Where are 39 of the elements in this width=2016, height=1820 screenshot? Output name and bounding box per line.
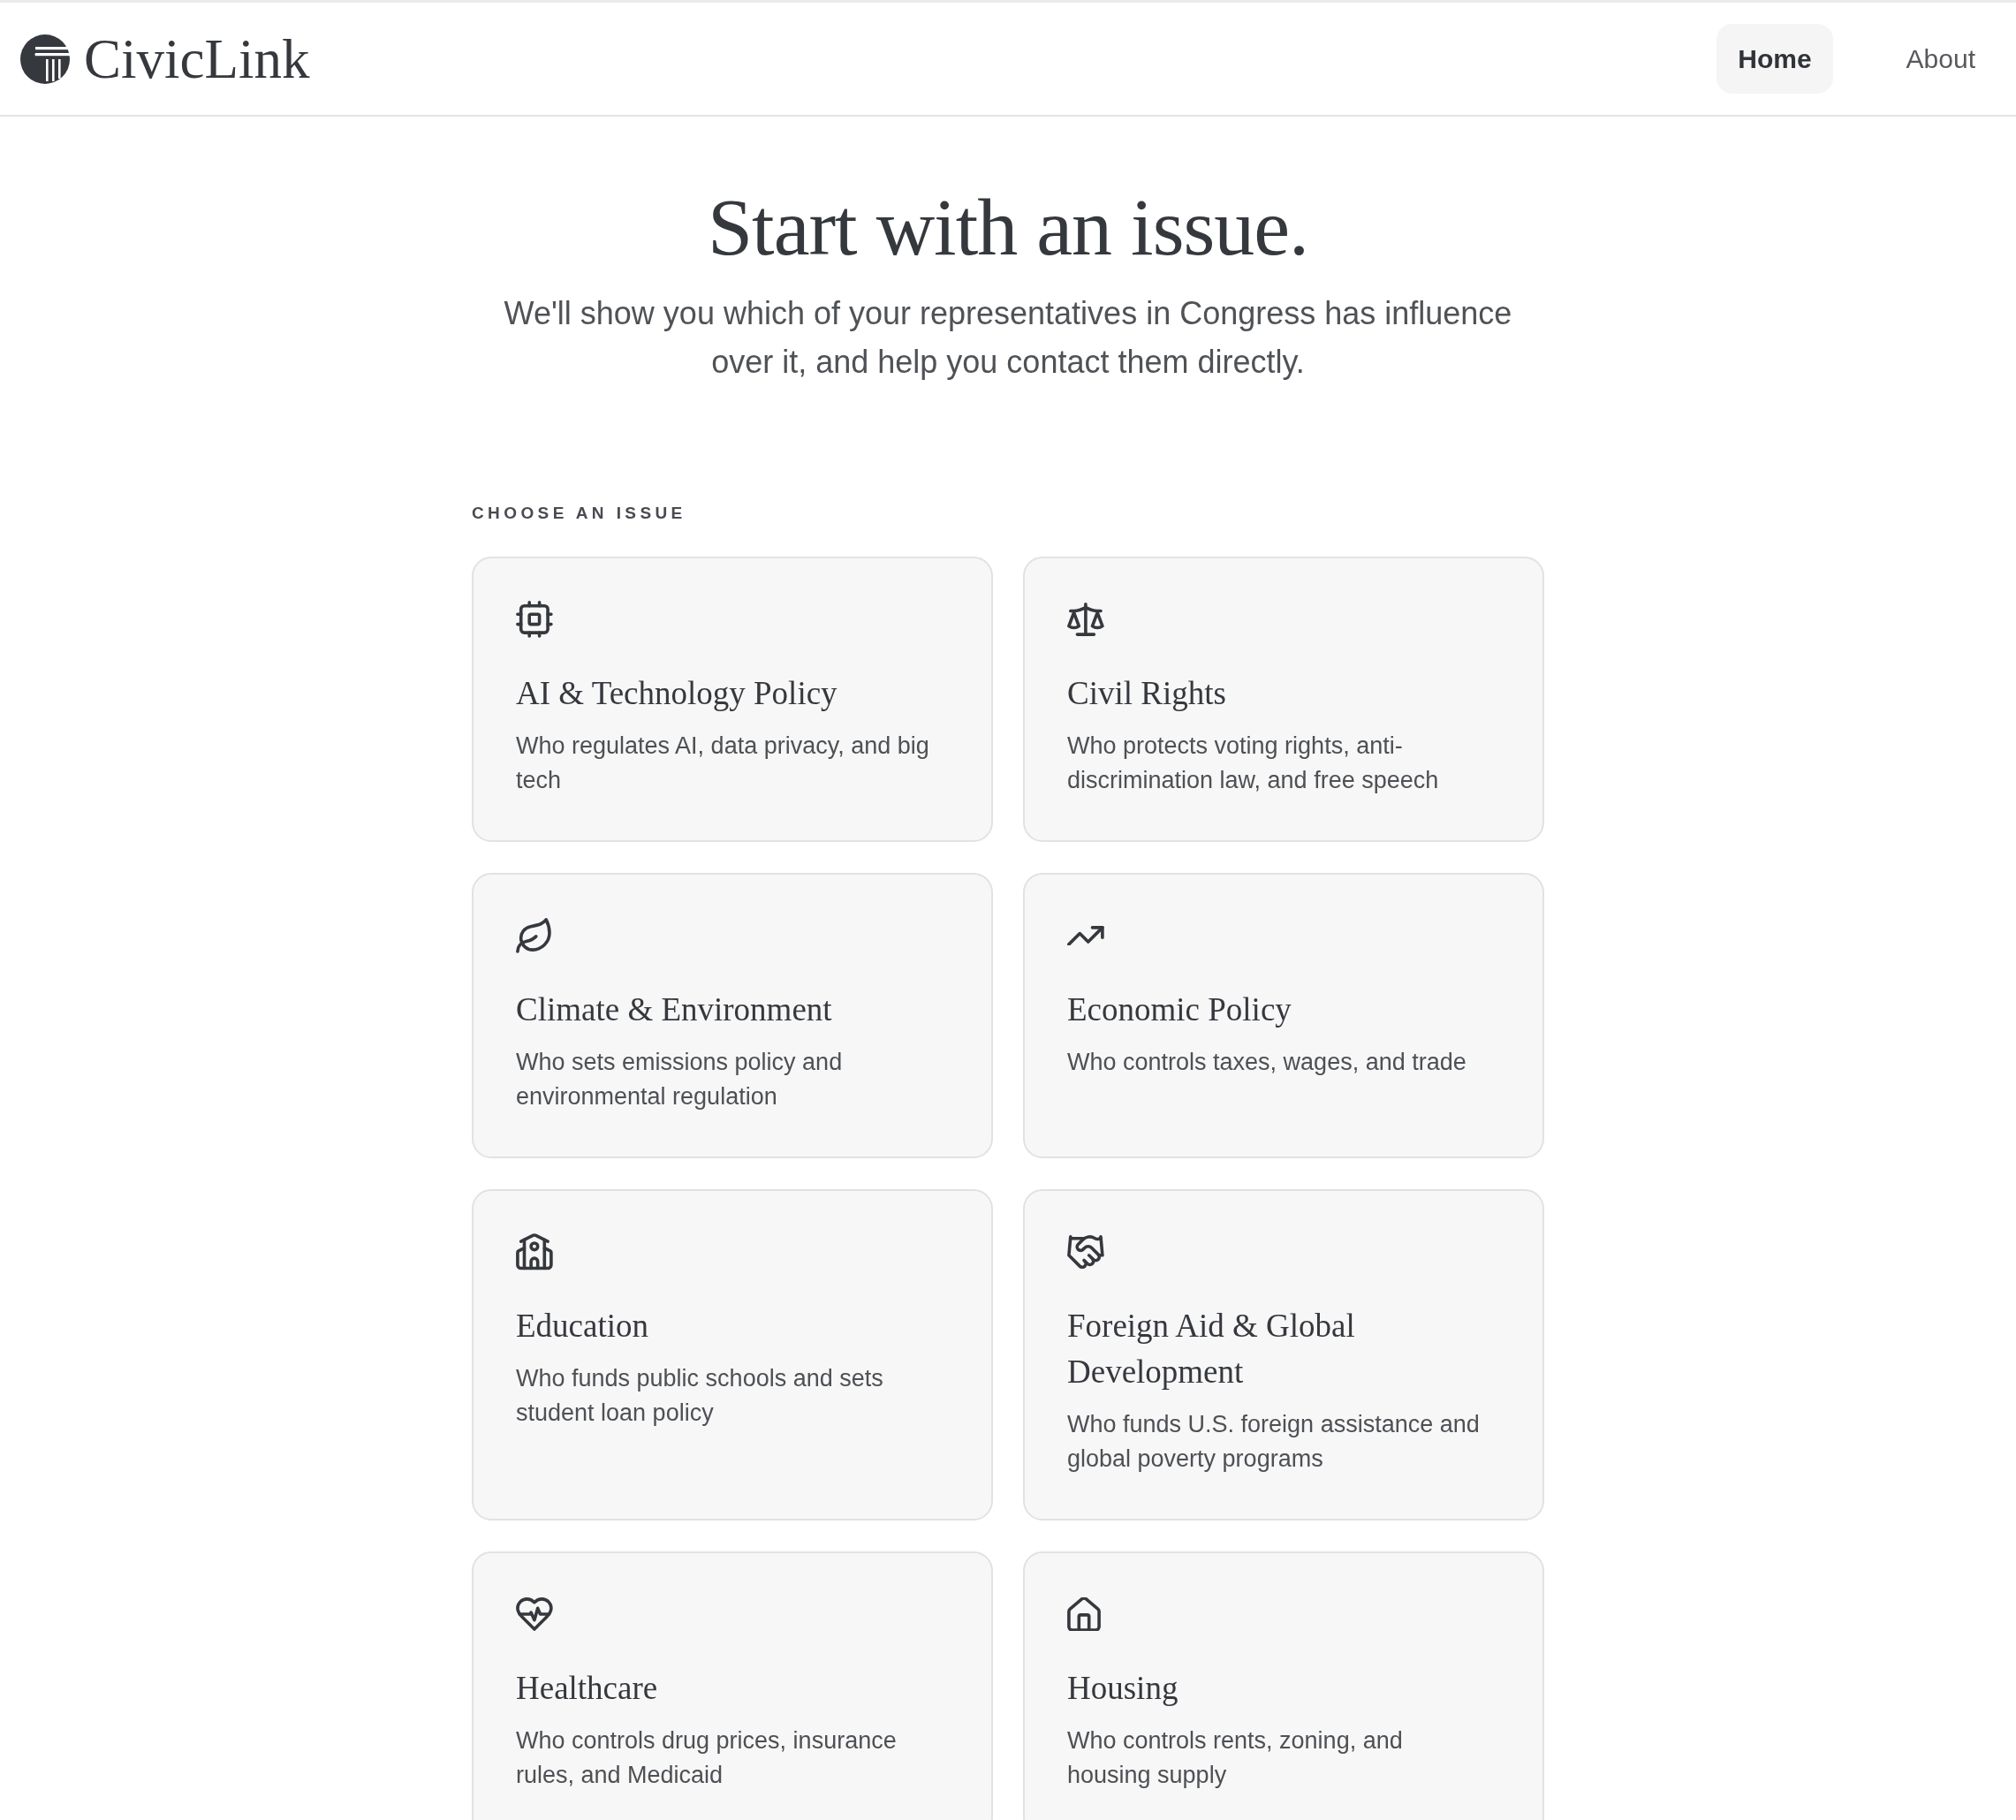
card-title: AI & Technology Policy	[516, 674, 838, 713]
heart-pulse-icon	[516, 1597, 553, 1631]
card-title: Healthcare	[516, 1669, 659, 1708]
issue-card[interactable]: Civil Rights Who protects voting rights, anti-discrimination law, and free speech	[1023, 557, 1544, 842]
card-description: Who sets emissions policy and environmental regulation	[516, 1048, 844, 1111]
section-heading: CHOOSE AN ISSUE	[472, 503, 686, 524]
card-description: Who controls rents, zoning, and housing supply	[1067, 1726, 1404, 1790]
issue-card[interactable]: Climate & Environment Who sets emissions policy and environmental regulation	[472, 873, 993, 1158]
nav-link[interactable]: About	[1884, 24, 1997, 94]
school-building-icon	[516, 1233, 553, 1270]
leaf-icon	[516, 918, 553, 953]
brand-name: CivicLink	[84, 27, 310, 91]
house-icon	[1067, 1596, 1101, 1632]
page-subtitle: We'll show you which of your representatives in Congress has influence over it, and help you contact them directly.	[503, 294, 1513, 382]
card-title: Housing	[1067, 1669, 1179, 1708]
card-title: Foreign Aid & Global Development	[1067, 1307, 1356, 1392]
card-description: Who protects voting rights, anti-discrimination law, and free speech	[1067, 732, 1440, 795]
issue-card[interactable]: Foreign Aid & Global Development Who funds U.S. foreign assistance and global poverty programs	[1023, 1189, 1544, 1520]
issue-card[interactable]: Housing Who controls rents, zoning, and housing supply	[1023, 1551, 1544, 1820]
nav-link[interactable]: Home	[1717, 24, 1833, 94]
card-description: Who controls taxes, wages, and trade	[1067, 1048, 1467, 1077]
card-title: Economic Policy	[1067, 990, 1292, 1029]
handshake-icon	[1067, 1235, 1104, 1269]
scales-icon	[1067, 603, 1104, 636]
card-description: Who regulates AI, data privacy, and big tech	[516, 732, 930, 795]
card-title: Civil Rights	[1067, 674, 1227, 713]
issue-card[interactable]: Economic Policy Who controls taxes, wages, and trade	[1023, 873, 1544, 1158]
column-logo-icon	[20, 34, 70, 84]
card-title: Climate & Environment	[516, 990, 833, 1029]
chip-icon	[516, 601, 553, 638]
page-title: Start with an issue.	[707, 181, 1309, 274]
trend-up-icon	[1067, 925, 1104, 946]
issue-card[interactable]: Education Who funds public schools and sets student loan policy	[472, 1189, 993, 1520]
card-description: Who controls drug prices, insurance rules, and Medicaid	[516, 1726, 898, 1790]
card-description: Who funds U.S. foreign assistance and global poverty programs	[1067, 1410, 1481, 1474]
card-description: Who funds public schools and sets student loan policy	[516, 1364, 884, 1428]
issue-card[interactable]: AI & Technology Policy Who regulates AI, data privacy, and big tech	[472, 557, 993, 842]
card-title: Education	[516, 1307, 649, 1346]
issue-card[interactable]: Healthcare Who controls drug prices, insurance rules, and Medicaid	[472, 1551, 993, 1820]
